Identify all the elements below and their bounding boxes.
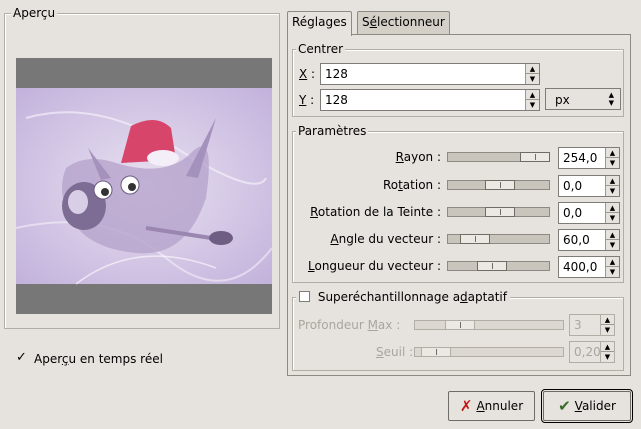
preview-image	[15, 88, 273, 285]
x-up-arrow-icon[interactable]: ▲	[526, 64, 539, 74]
param-slider-thumb[interactable]	[477, 261, 507, 271]
y-up-arrow-icon[interactable]: ▲	[526, 90, 539, 100]
parametres-legend: Paramètres	[296, 124, 369, 138]
y-value: 128	[325, 93, 348, 107]
y-spinbutton[interactable]: 128 ▲ ▼	[320, 89, 540, 111]
param-slider-thumb[interactable]	[520, 152, 550, 162]
realtime-checkbox[interactable]: ✓	[16, 351, 27, 364]
threshold-label: Seuil :	[376, 345, 414, 359]
param-value: 0,0	[563, 179, 583, 193]
x-spinbutton[interactable]: 128 ▲ ▼	[320, 63, 540, 85]
param-spinbutton[interactable]: 60,0 ▲ ▼	[558, 229, 620, 251]
up-arrow-icon[interactable]: ▲	[606, 148, 619, 158]
down-arrow-icon[interactable]: ▼	[606, 267, 619, 277]
param-slider-thumb[interactable]	[460, 234, 490, 244]
threshold-spinbutton[interactable]: 0,20 ▲ ▼	[569, 341, 615, 363]
param-value: 0,0	[563, 206, 583, 220]
param-slider[interactable]	[447, 234, 550, 244]
param-value: 254,0	[563, 151, 598, 165]
realtime-label[interactable]: Aperçu en temps réel	[34, 352, 163, 366]
up-arrow-icon[interactable]: ▲	[606, 257, 619, 267]
combo-arrows-icon: ▲ ▼	[608, 91, 614, 107]
ok-icon: ✔	[558, 397, 571, 415]
param-label: Longueur du vecteur :	[308, 259, 441, 273]
cancel-icon: ✗	[459, 397, 473, 415]
centrer-legend: Centrer	[296, 42, 346, 56]
up-arrow-icon[interactable]: ▲	[606, 176, 619, 186]
threshold-value: 0,20	[574, 345, 601, 359]
depth-spinbutton[interactable]: 3 ▲ ▼	[569, 314, 615, 336]
param-slider[interactable]	[447, 261, 550, 271]
param-slider-thumb[interactable]	[485, 180, 515, 190]
param-value: 60,0	[563, 233, 590, 247]
down-arrow-icon[interactable]: ▼	[606, 186, 619, 196]
up-arrow-icon[interactable]: ▲	[606, 230, 619, 240]
param-spinbutton[interactable]: 254,0 ▲ ▼	[558, 147, 620, 169]
param-spinbutton[interactable]: 0,0 ▲ ▼	[558, 202, 620, 224]
depth-value: 3	[574, 318, 582, 332]
unit-combo[interactable]: px ▲ ▼	[545, 88, 621, 110]
threshold-slider-thumb[interactable]	[421, 347, 451, 357]
y-down-arrow-icon[interactable]: ▼	[526, 100, 539, 110]
y-label: Y :	[299, 93, 315, 107]
param-label: Angle du vecteur :	[330, 232, 441, 246]
preview-legend: Aperçu	[11, 6, 58, 20]
param-label: Rotation de la Teinte :	[310, 205, 441, 219]
x-label: X :	[299, 67, 316, 81]
ok-button[interactable]: ✔ Valider	[541, 389, 633, 423]
x-value: 128	[325, 67, 348, 81]
param-slider-thumb[interactable]	[485, 207, 515, 217]
param-spinbutton[interactable]: 400,0 ▲ ▼	[558, 256, 620, 278]
x-down-arrow-icon[interactable]: ▼	[526, 74, 539, 84]
cancel-button[interactable]: ✗ Annuler	[448, 391, 535, 421]
param-label: Rotation :	[382, 178, 441, 192]
unit-value: px	[555, 93, 570, 107]
down-arrow-icon[interactable]: ▼	[606, 240, 619, 250]
tab-selectionneur[interactable]: Sélectionneur	[357, 11, 450, 35]
down-arrow-icon[interactable]: ▼	[606, 158, 619, 168]
param-slider[interactable]	[447, 180, 550, 190]
param-slider[interactable]	[447, 207, 550, 217]
up-arrow-icon[interactable]: ▲	[606, 203, 619, 213]
threshold-slider[interactable]	[414, 347, 564, 357]
param-value: 400,0	[563, 260, 598, 274]
param-slider[interactable]	[447, 152, 550, 162]
supersampling-header[interactable]: Superéchantillonnage adaptatif	[296, 290, 510, 304]
down-arrow-icon[interactable]: ▼	[606, 213, 619, 223]
param-label: Rayon :	[395, 150, 441, 164]
depth-slider[interactable]	[414, 320, 564, 330]
preview-canvas[interactable]	[15, 58, 273, 314]
param-spinbutton[interactable]: 0,0 ▲ ▼	[558, 175, 620, 197]
depth-slider-thumb[interactable]	[445, 320, 475, 330]
supersampling-checkbox[interactable]	[299, 291, 310, 302]
tab-reglages[interactable]: Réglages	[287, 11, 352, 36]
depth-label: Profondeur Max :	[298, 318, 401, 332]
